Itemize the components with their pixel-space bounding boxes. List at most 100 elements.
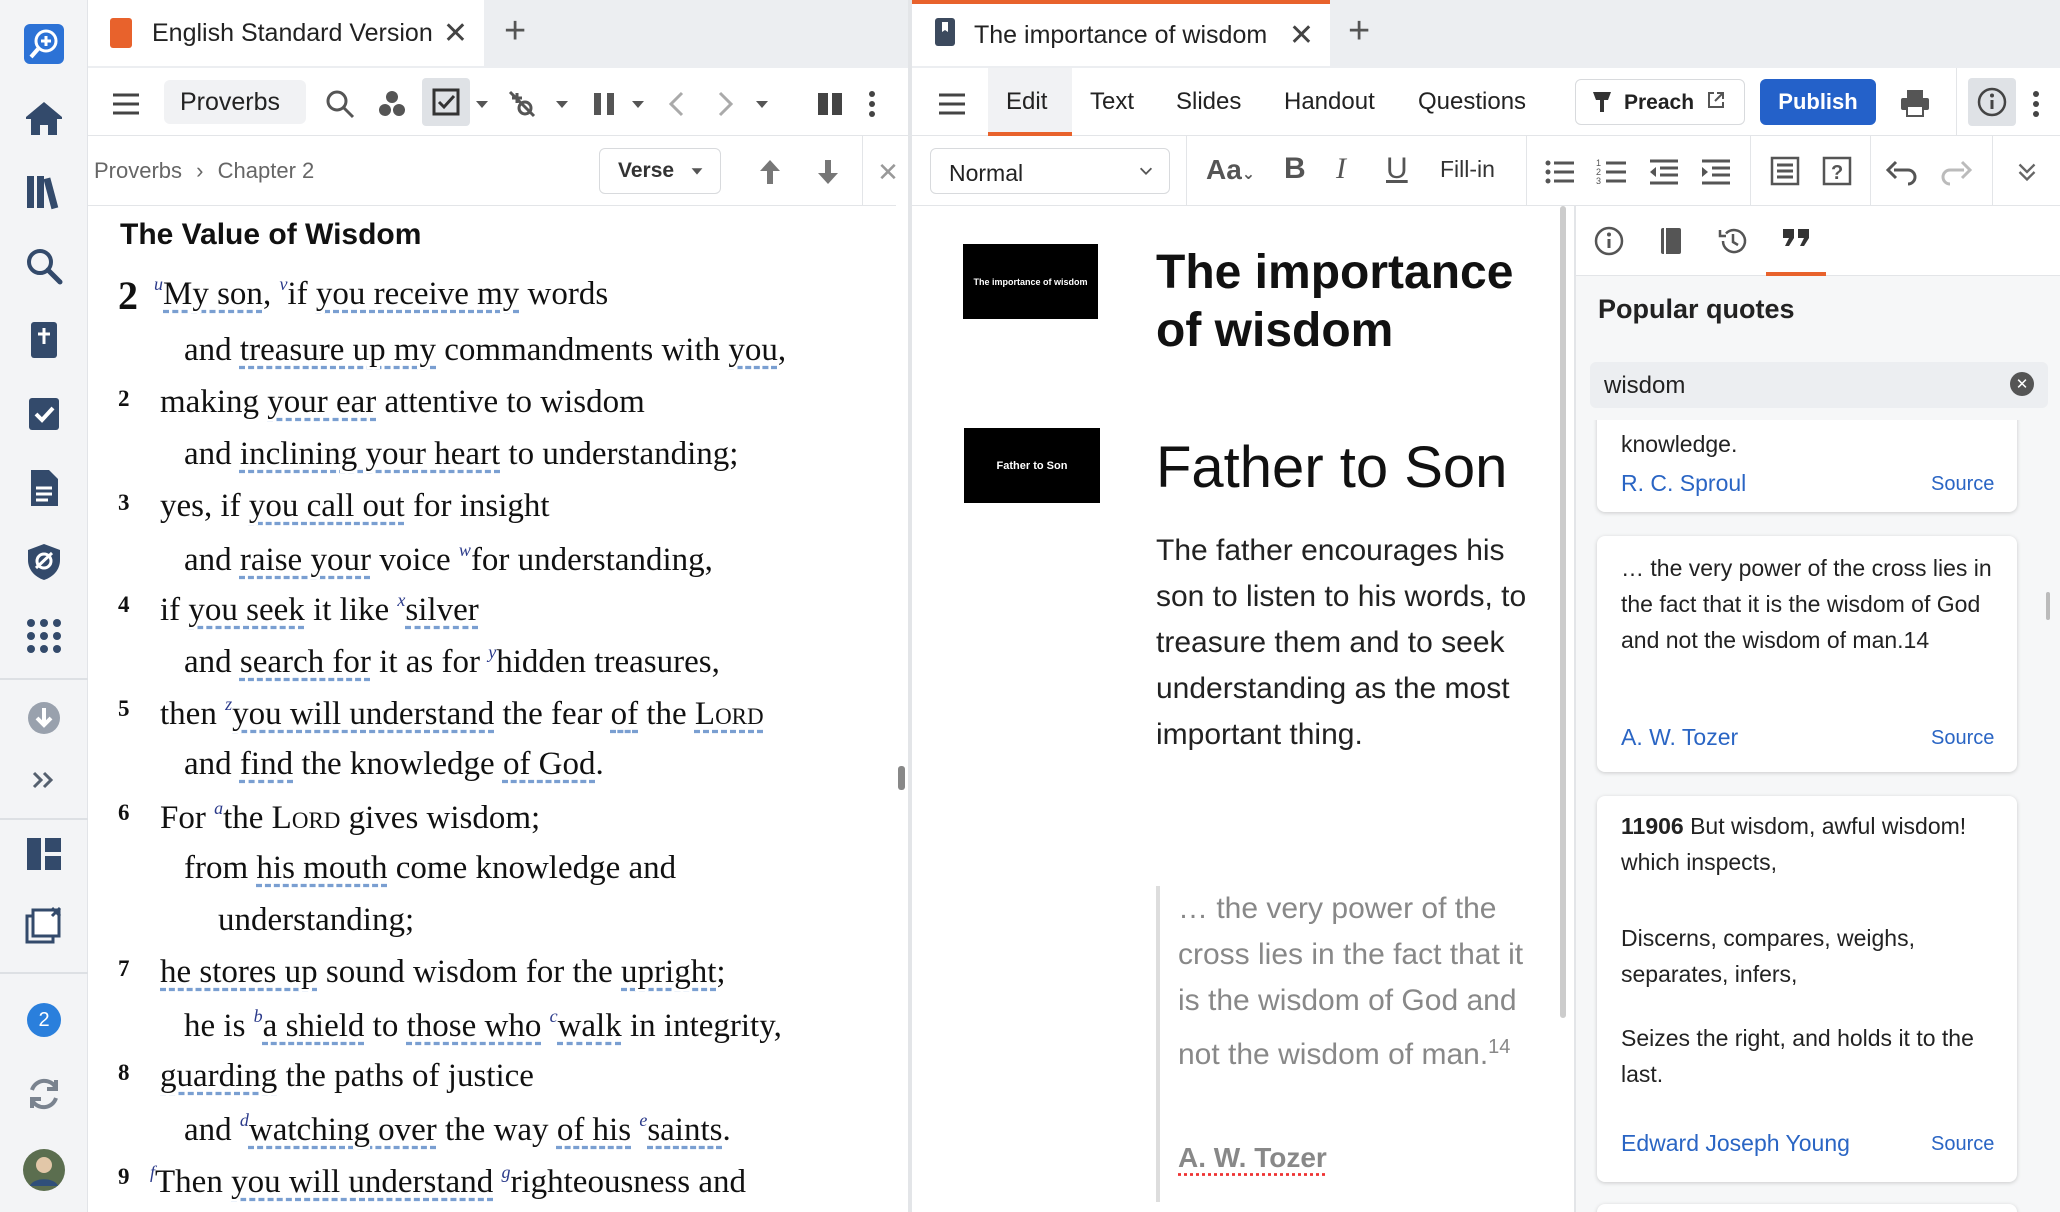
forward-icon[interactable] — [704, 84, 744, 124]
underline-icon[interactable]: U — [1386, 152, 1408, 186]
close-tab-icon[interactable]: ✕ — [1289, 18, 1314, 53]
more-options-icon[interactable] — [2024, 84, 2048, 124]
verse-line: if you seek it like xsilver — [160, 590, 479, 628]
publish-button[interactable]: Publish — [1760, 79, 1876, 125]
tab-text[interactable]: Text — [1090, 88, 1134, 116]
sermon-title[interactable]: The importance of wisdom — [1156, 244, 1536, 360]
verse-mode-dropdown[interactable]: Verse — [599, 148, 721, 194]
bold-icon[interactable]: B — [1284, 152, 1306, 186]
breadcrumb-chapter[interactable]: Chapter 2 — [218, 158, 315, 183]
breadcrumb-book[interactable]: Proverbs — [94, 158, 182, 183]
sync-icon[interactable] — [20, 1070, 68, 1118]
quote-source-link[interactable]: Source — [1931, 473, 1994, 496]
close-panels-icon[interactable] — [20, 902, 68, 950]
clear-search-icon[interactable]: ✕ — [2010, 372, 2034, 396]
new-tab-icon[interactable]: + — [504, 10, 526, 53]
verse-number: 7 — [118, 956, 130, 981]
numbered-list-icon[interactable]: 123 — [1594, 154, 1630, 190]
quotes-scrollbar-thumb[interactable] — [2046, 592, 2050, 620]
quote-search-input[interactable]: wisdom ✕ — [1590, 362, 2048, 408]
expand-toolbar-icon[interactable] — [2012, 154, 2042, 190]
insert-question-icon[interactable]: ? — [1818, 152, 1856, 190]
search-icon[interactable] — [20, 242, 68, 290]
font-size-icon[interactable]: Aa⌄ — [1206, 154, 1255, 186]
insert-block-icon[interactable] — [1766, 152, 1804, 190]
search-icon[interactable] — [320, 84, 360, 124]
home-icon[interactable] — [20, 94, 68, 142]
expand-rail-icon[interactable] — [20, 756, 68, 804]
bible-icon[interactable] — [20, 316, 68, 364]
avatar[interactable] — [20, 1146, 68, 1194]
undo-icon[interactable] — [1884, 154, 1920, 190]
parallel-icon[interactable] — [584, 84, 624, 124]
outdent-icon[interactable] — [1646, 154, 1682, 190]
highlight-dropdown-icon[interactable] — [472, 88, 492, 120]
body-paragraph[interactable]: The father encourages his son to listen … — [1156, 528, 1552, 758]
document-icon[interactable] — [20, 464, 68, 512]
paragraph-style-dropdown[interactable]: Normal — [930, 148, 1170, 194]
more-options-icon[interactable] — [860, 84, 884, 124]
new-tab-icon[interactable]: + — [1348, 10, 1370, 53]
print-icon[interactable] — [1894, 82, 1936, 124]
tab-sermon[interactable]: The importance of wisdom ✕ — [912, 0, 1330, 66]
quote-author-link[interactable]: Edward Joseph Young — [1621, 1130, 1850, 1157]
footnote-ref[interactable]: 14 — [1488, 1036, 1510, 1058]
tab-slides[interactable]: Slides — [1176, 88, 1241, 116]
block-quote[interactable]: … the very power of the cross lies in th… — [1178, 886, 1538, 1078]
parallel-dropdown-icon[interactable] — [628, 88, 648, 120]
quote-card[interactable]: 11906 But wisdom, awful wisdom! which in… — [1597, 796, 2017, 1182]
tab-questions[interactable]: Questions — [1418, 88, 1526, 116]
checklist-icon[interactable] — [20, 390, 68, 438]
tab-esv[interactable]: English Standard Version ✕ — [88, 0, 484, 66]
quote-card[interactable]: knowledge. R. C. Sproul Source — [1597, 420, 2017, 512]
quote-author[interactable]: A. W. Tozer — [1178, 1142, 1327, 1174]
reference-box[interactable]: Proverbs — [164, 80, 306, 124]
fill-in-button[interactable]: Fill-in — [1440, 156, 1495, 183]
verse-line: guarding the paths of justice — [160, 1058, 534, 1094]
quote-card[interactable] — [1597, 1204, 2017, 1212]
back-icon[interactable] — [658, 84, 698, 124]
italic-icon[interactable]: I — [1336, 152, 1346, 186]
interlinear-dropdown-icon[interactable] — [552, 88, 572, 120]
sermon-icon[interactable] — [20, 538, 68, 586]
quote-card[interactable]: … the very power of the cross lies in th… — [1597, 536, 2017, 772]
tab-handout[interactable]: Handout — [1284, 88, 1375, 116]
preach-button[interactable]: Preach — [1575, 79, 1745, 125]
notes-icon[interactable] — [1652, 222, 1690, 260]
quote-author-link[interactable]: A. W. Tozer — [1621, 724, 1738, 751]
indent-icon[interactable] — [1698, 154, 1734, 190]
menu-icon[interactable] — [108, 86, 144, 122]
info-icon[interactable] — [1590, 222, 1628, 260]
logos-logo-icon[interactable] — [20, 20, 68, 68]
visual-filters-icon[interactable] — [372, 84, 412, 124]
apps-grid-icon[interactable] — [20, 612, 68, 660]
verse-number: 4 — [118, 592, 130, 617]
highlight-icon[interactable] — [422, 78, 470, 126]
slide-thumbnail[interactable]: The importance of wisdom — [963, 244, 1098, 319]
quote-author-link[interactable]: R. C. Sproul — [1621, 470, 1746, 497]
quote-source-link[interactable]: Source — [1931, 727, 1994, 750]
info-panel-icon[interactable] — [1968, 78, 2016, 126]
app-rail: 2 — [0, 0, 88, 1212]
library-icon[interactable] — [20, 168, 68, 216]
next-result-icon[interactable] — [810, 152, 846, 192]
layouts-icon[interactable] — [20, 830, 68, 878]
document-scrollbar-thumb[interactable] — [1560, 206, 1566, 1018]
redo-icon[interactable] — [1938, 154, 1974, 190]
history-icon[interactable] — [1714, 222, 1752, 260]
previous-result-icon[interactable] — [752, 152, 788, 192]
quote-source-link[interactable]: Source — [1931, 1133, 1994, 1156]
bullet-list-icon[interactable] — [1542, 154, 1578, 190]
download-icon[interactable] — [20, 694, 68, 742]
close-tab-icon[interactable]: ✕ — [443, 16, 468, 51]
split-view-icon[interactable] — [810, 84, 850, 124]
notification-badge[interactable]: 2 — [20, 996, 68, 1044]
interlinear-icon[interactable] — [502, 84, 542, 124]
menu-icon[interactable] — [934, 86, 970, 122]
slide-thumbnail[interactable]: Father to Son — [964, 428, 1100, 503]
section-title[interactable]: Father to Son — [1156, 434, 1556, 501]
history-dropdown-icon[interactable] — [752, 88, 772, 120]
scrollbar-thumb[interactable] — [898, 766, 905, 790]
tab-edit[interactable]: Edit — [988, 68, 1072, 136]
quotes-tab[interactable] — [1766, 206, 1826, 276]
